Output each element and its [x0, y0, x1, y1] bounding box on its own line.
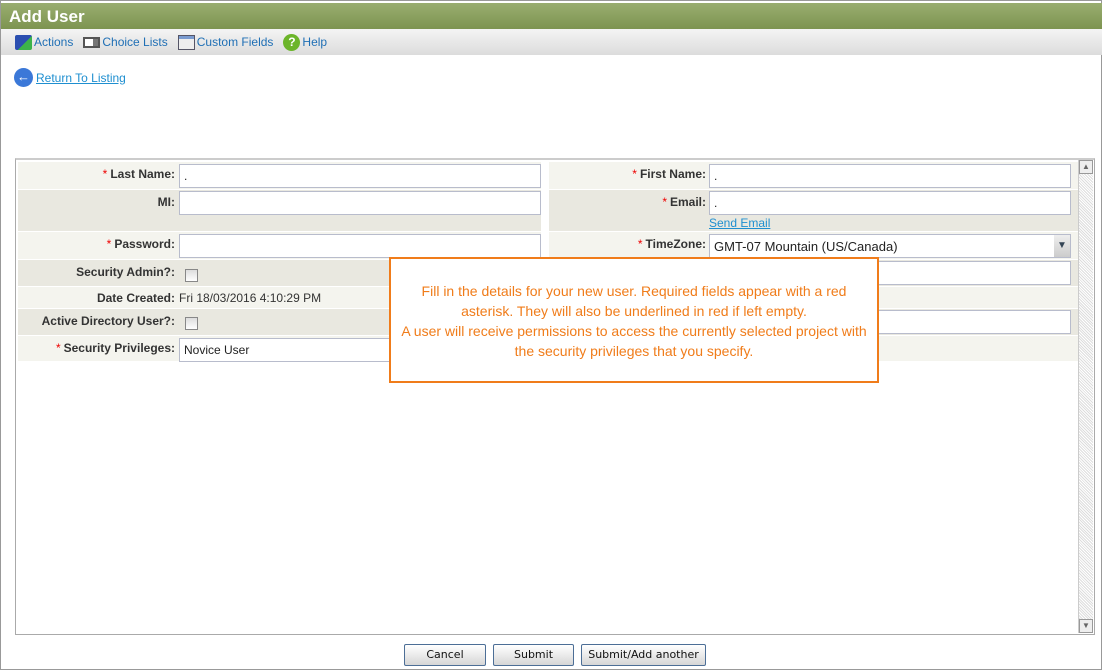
scrollbar[interactable]: ▲ ▼	[1078, 160, 1093, 633]
choice-lists-menu[interactable]: Choice Lists	[83, 35, 168, 49]
email-input[interactable]: .	[709, 191, 1071, 215]
scroll-up-icon[interactable]: ▲	[1079, 160, 1093, 174]
password-input[interactable]	[179, 234, 541, 258]
back-arrow-icon: ←	[14, 68, 33, 87]
cancel-button[interactable]: Cancel	[404, 644, 486, 666]
chevron-down-icon: ▼	[1054, 235, 1070, 257]
toolbar: Actions Choice Lists Custom Fields ? Help	[1, 29, 1102, 55]
custom-fields-menu[interactable]: Custom Fields	[177, 34, 273, 50]
actions-menu[interactable]: Actions	[15, 34, 73, 50]
help-menu[interactable]: ? Help	[283, 33, 327, 51]
submit-button[interactable]: Submit	[493, 644, 574, 666]
date-created-value: Fri 18/03/2016 4:10:29 PM	[179, 291, 322, 305]
send-email-link[interactable]: Send Email	[709, 216, 770, 230]
actions-icon	[15, 34, 32, 50]
return-to-listing-link[interactable]: Return To Listing	[36, 71, 126, 85]
page-title: Add User	[1, 3, 1102, 29]
user-form: * Last Name: . * First Name: . MI: * Email:…	[15, 158, 1095, 635]
help-tooltip: Fill in the details for your new user. R…	[389, 257, 879, 383]
timezone-select[interactable]: GMT-07 Mountain (US/Canada) ▼	[709, 234, 1071, 258]
return-to-listing[interactable]: ← Return To Listing	[14, 68, 126, 87]
choice-list-icon	[83, 36, 101, 48]
active-directory-checkbox[interactable]	[185, 317, 198, 330]
submit-add-another-button[interactable]: Submit/Add another	[581, 644, 706, 666]
help-icon: ?	[283, 33, 301, 51]
security-admin-checkbox[interactable]	[185, 269, 198, 282]
last-name-input[interactable]: .	[179, 164, 541, 188]
first-name-input[interactable]: .	[709, 164, 1071, 188]
mi-input[interactable]	[179, 191, 541, 215]
scroll-down-icon[interactable]: ▼	[1079, 619, 1093, 633]
custom-fields-icon	[177, 34, 195, 50]
